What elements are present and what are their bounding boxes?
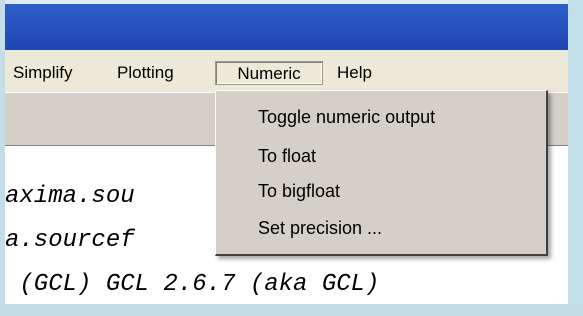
numeric-dropdown-menu: Toggle numeric output To float To bigflo…: [215, 90, 548, 256]
window-frame-right: [568, 0, 583, 316]
menu-numeric[interactable]: Numeric: [215, 61, 323, 85]
menu-help[interactable]: Help: [331, 61, 378, 85]
menu-item-toggle-numeric-output[interactable]: Toggle numeric output: [258, 102, 435, 132]
console-line: a.sourcef: [5, 227, 135, 254]
title-bar: [5, 4, 568, 50]
menu-bar: Simplify Plotting Numeric Help: [5, 50, 568, 92]
menu-item-to-float[interactable]: To float: [258, 141, 316, 171]
menu-item-to-bigfloat[interactable]: To bigfloat: [258, 176, 340, 206]
console-line: axima.sou: [5, 183, 135, 210]
menu-plotting[interactable]: Plotting: [111, 61, 180, 85]
menu-item-set-precision[interactable]: Set precision ...: [258, 213, 382, 243]
console-line: (GCL) GCL 2.6.7 (aka GCL): [5, 271, 380, 298]
window-frame-bottom: [0, 304, 583, 316]
menu-simplify[interactable]: Simplify: [7, 61, 79, 85]
